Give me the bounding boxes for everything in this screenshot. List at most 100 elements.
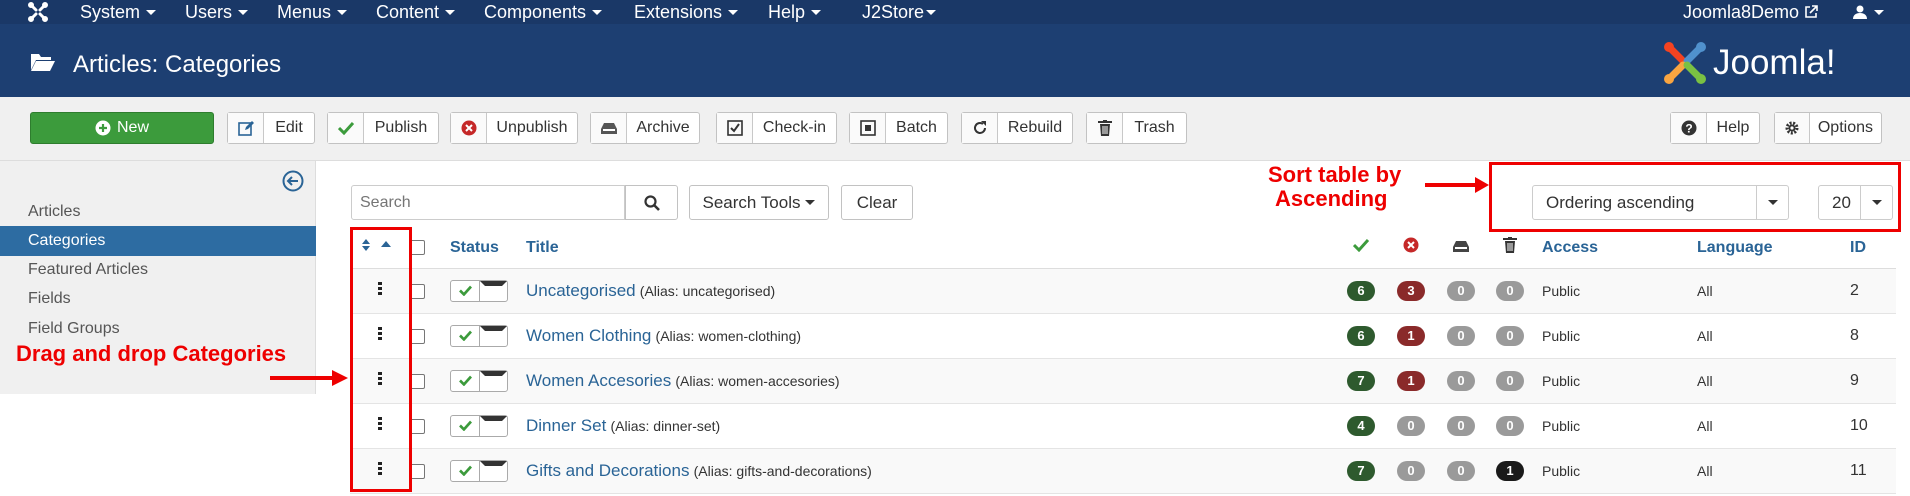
publish-toggle[interactable] (451, 461, 479, 481)
published-count-badge[interactable]: 6 (1347, 280, 1375, 301)
archived-count-badge[interactable]: 0 (1447, 460, 1475, 481)
menu-j2store[interactable]: J2Store (862, 0, 937, 24)
options-button[interactable]: Options (1774, 112, 1882, 144)
trashed-count-badge[interactable]: 0 (1496, 370, 1524, 391)
status-toggle-group (450, 369, 508, 392)
edit-button[interactable]: Edit (227, 112, 315, 144)
trashed-count-badge[interactable]: 1 (1496, 460, 1524, 481)
language-header[interactable]: Language (1689, 228, 1842, 269)
status-dropdown-toggle[interactable] (479, 370, 507, 391)
publish-toggle[interactable] (451, 371, 479, 391)
published-count-badge[interactable]: 7 (1347, 370, 1375, 391)
trashed-count-cell: 0 (1486, 313, 1534, 359)
search-tools-button[interactable]: Search Tools (689, 185, 829, 220)
rebuild-button[interactable]: Rebuild (961, 112, 1073, 144)
publish-toggle[interactable] (451, 326, 479, 346)
new-button[interactable]: New (30, 112, 214, 144)
user-menu[interactable] (1852, 0, 1884, 24)
published-count-badge[interactable]: 4 (1347, 415, 1375, 436)
menu-users[interactable]: Users (185, 0, 249, 24)
publish-toggle[interactable] (451, 416, 479, 436)
row-checkbox[interactable] (410, 373, 425, 389)
status-dropdown-toggle[interactable] (479, 280, 507, 301)
collapse-sidebar-icon[interactable] (282, 170, 304, 192)
unpublished-count-header[interactable] (1386, 228, 1436, 269)
archived-count-badge[interactable]: 0 (1447, 415, 1475, 436)
unpublished-count-badge[interactable]: 1 (1397, 370, 1425, 391)
archived-count-badge[interactable]: 0 (1447, 370, 1475, 391)
trash-icon (1503, 237, 1517, 254)
toolbar: New Edit Publish Unpublish Archive Check… (0, 97, 1910, 161)
trashed-count-badge[interactable]: 0 (1496, 415, 1524, 436)
menu-extensions[interactable]: Extensions (634, 0, 739, 24)
title-header[interactable]: Title (526, 228, 1336, 269)
caret-down-icon (480, 460, 507, 481)
caret-down-icon (480, 280, 507, 301)
status-dropdown-toggle[interactable] (479, 460, 507, 481)
new-button-label: New (116, 119, 149, 136)
menu-content[interactable]: Content (376, 0, 456, 24)
category-title-link[interactable]: Gifts and Decorations (526, 461, 689, 480)
status-toggle-group (450, 459, 508, 482)
site-link[interactable]: Joomla8Demo (1683, 0, 1818, 24)
menu-components[interactable]: Components (484, 0, 603, 24)
id-cell: 8 (1842, 313, 1896, 359)
language-value: All (1697, 417, 1713, 434)
unpublish-button[interactable]: Unpublish (450, 112, 578, 144)
id-header[interactable]: ID (1842, 228, 1896, 269)
unpublished-count-badge[interactable]: 0 (1397, 415, 1425, 436)
status-dropdown-toggle[interactable] (479, 415, 507, 436)
archived-count-badge[interactable]: 0 (1447, 325, 1475, 346)
menu-label: J2Store (862, 2, 925, 22)
row-checkbox[interactable] (410, 463, 425, 479)
published-count-badge[interactable]: 7 (1347, 460, 1375, 481)
trashed-count-badge[interactable]: 0 (1496, 280, 1524, 301)
menu-help[interactable]: Help (768, 0, 822, 24)
menu-menus[interactable]: Menus (277, 0, 348, 24)
batch-button[interactable]: Batch (849, 112, 948, 144)
category-title-link[interactable]: Uncategorised (526, 281, 636, 300)
category-title-link[interactable]: Women Accesories (526, 371, 671, 390)
search-input[interactable] (351, 185, 625, 220)
trash-button[interactable]: Trash (1086, 112, 1187, 144)
unpublished-count-badge[interactable]: 1 (1397, 325, 1425, 346)
trashed-count-badge[interactable]: 0 (1496, 325, 1524, 346)
search-button[interactable] (625, 185, 678, 220)
publish-toggle[interactable] (451, 281, 479, 301)
checkin-button[interactable]: Check-in (716, 112, 837, 144)
status-toggle-group (450, 414, 508, 437)
edit-button-label: Edit (275, 119, 303, 136)
joomla-icon[interactable] (27, 1, 49, 23)
access-header[interactable]: Access (1534, 228, 1689, 269)
language-cell: All (1689, 403, 1842, 449)
status-dropdown-toggle[interactable] (479, 325, 507, 346)
help-button[interactable]: ? Help (1670, 112, 1760, 144)
row-checkbox[interactable] (410, 328, 425, 344)
external-link-icon (1805, 5, 1818, 18)
status-header[interactable]: Status (450, 228, 526, 269)
archived-count-header[interactable] (1436, 228, 1486, 269)
access-value: Public (1542, 327, 1581, 344)
sidebar-item-categories[interactable]: Categories (0, 226, 316, 256)
sidebar-item-field-groups[interactable]: Field Groups (0, 314, 316, 344)
sidebar-item-articles[interactable]: Articles (0, 197, 316, 227)
caret-down-icon (926, 9, 937, 15)
archive-button[interactable]: Archive (590, 112, 700, 144)
select-all-checkbox[interactable] (410, 240, 425, 256)
menu-system[interactable]: System (80, 0, 157, 24)
unpublished-count-badge[interactable]: 3 (1397, 280, 1425, 301)
trashed-count-header[interactable] (1486, 228, 1534, 269)
sidebar-item-featured-articles[interactable]: Featured Articles (0, 255, 316, 285)
published-count-badge[interactable]: 6 (1347, 325, 1375, 346)
unpublished-count-badge[interactable]: 0 (1397, 460, 1425, 481)
clear-button[interactable]: Clear (841, 185, 913, 220)
unpublished-count-cell: 0 (1386, 403, 1436, 449)
archived-count-badge[interactable]: 0 (1447, 280, 1475, 301)
row-checkbox[interactable] (410, 418, 425, 434)
sidebar-item-fields[interactable]: Fields (0, 284, 316, 314)
category-title-link[interactable]: Dinner Set (526, 416, 606, 435)
category-title-link[interactable]: Women Clothing (526, 326, 651, 345)
published-count-header[interactable] (1336, 228, 1386, 269)
row-checkbox[interactable] (410, 283, 425, 299)
publish-button[interactable]: Publish (327, 112, 439, 144)
